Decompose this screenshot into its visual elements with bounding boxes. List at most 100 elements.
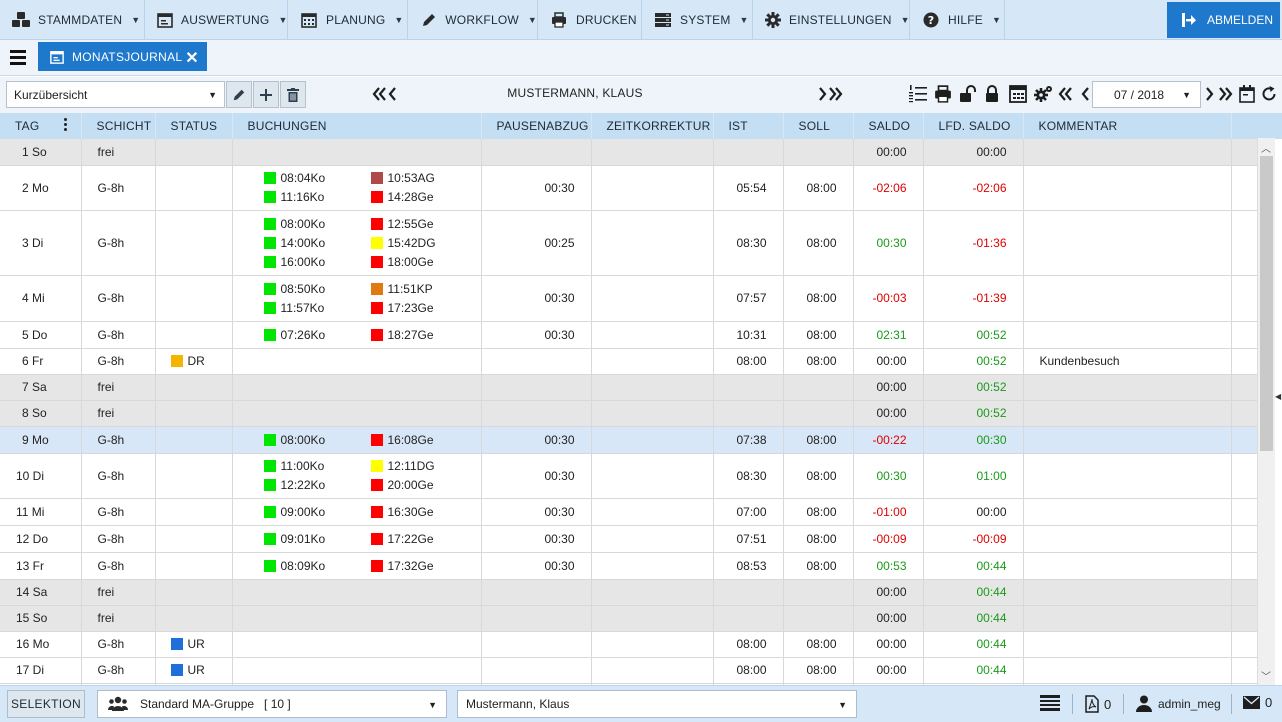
menu-hilfe[interactable]: ? HILFE ▼ bbox=[910, 0, 1005, 40]
booking-entry[interactable]: 20:00 Ge bbox=[370, 476, 478, 495]
booking-entry[interactable]: 12:55 Ge bbox=[370, 214, 478, 233]
add-view-button[interactable] bbox=[253, 81, 279, 108]
table-row[interactable]: 4 Mi G-8h 08:50 Ko 11:57 Ko 11:51 KP 17:23 Ge… bbox=[0, 275, 1257, 322]
booking-entry[interactable]: 17:23 Ge bbox=[370, 298, 478, 317]
numbered-list-icon[interactable] bbox=[908, 84, 928, 104]
booking-entry[interactable]: 08:00 Ko bbox=[263, 430, 371, 449]
tab-monatsjournal[interactable]: MONATSJOURNAL ✕ bbox=[38, 42, 207, 71]
column-header-zeitkorrektur[interactable]: ZEITKORREKTUR bbox=[591, 113, 714, 139]
column-header-soll[interactable]: SOLL bbox=[783, 113, 854, 139]
table-row[interactable]: 17 Di G-8h UR 08:00 08:00 00:00 00:44 bbox=[0, 657, 1257, 684]
person-select[interactable]: Mustermann, Klaus ▼ bbox=[457, 690, 857, 718]
menu-system[interactable]: SYSTEM ▼ bbox=[642, 0, 753, 40]
column-header-schicht[interactable]: SCHICHT bbox=[81, 113, 156, 139]
table-row[interactable]: 16 Mo G-8h UR 08:00 08:00 00:00 00:44 bbox=[0, 631, 1257, 658]
pdf-attachments[interactable]: 0 bbox=[1085, 695, 1111, 713]
column-header-saldo[interactable]: SALDO bbox=[853, 113, 924, 139]
close-icon[interactable]: ✕ bbox=[185, 48, 199, 68]
column-header-tag[interactable]: TAG bbox=[0, 113, 82, 139]
selektion-button[interactable]: SELEKTION bbox=[7, 690, 85, 718]
scrollbar-thumb[interactable] bbox=[1260, 156, 1273, 451]
table-row[interactable]: 14 Sa frei 00:00 00:44 bbox=[0, 579, 1257, 606]
booking-entry[interactable]: 11:57 Ko bbox=[263, 298, 371, 317]
booking-entry[interactable]: 12:22 Ko bbox=[263, 476, 371, 495]
menu-stammdaten[interactable]: STAMMDATEN ▼ bbox=[0, 0, 145, 40]
group-select[interactable]: Standard MA-Gruppe [ 10 ] ▼ bbox=[97, 690, 447, 718]
booking-entry[interactable]: 16:00 Ko bbox=[263, 252, 371, 271]
column-header-status[interactable]: STATUS bbox=[155, 113, 233, 139]
booking-entry[interactable]: 08:50 Ko bbox=[263, 279, 371, 298]
booking-entry[interactable]: 17:22 Ge bbox=[370, 529, 478, 548]
current-user[interactable]: admin_meg bbox=[1136, 695, 1221, 712]
unlock-icon[interactable] bbox=[958, 84, 978, 104]
booking-entry[interactable]: 08:00 Ko bbox=[263, 214, 371, 233]
menu-einstellungen[interactable]: EINSTELLUNGEN ▼ bbox=[753, 0, 910, 40]
column-header-lfd-saldo[interactable]: LFD. SALDO bbox=[923, 113, 1024, 139]
column-header-pausenabzug[interactable]: PAUSENABZUG bbox=[481, 113, 592, 139]
table-row[interactable]: 15 So frei 00:00 00:44 bbox=[0, 605, 1257, 632]
cell-status bbox=[155, 165, 233, 211]
scroll-up-icon[interactable]: ︿ bbox=[1261, 140, 1271, 155]
table-row[interactable]: 8 So frei 00:00 00:52 bbox=[0, 400, 1257, 427]
table-row[interactable]: 3 Di G-8h 08:00 Ko 14:00 Ko 16:00 Ko 12:55 Ge… bbox=[0, 210, 1257, 276]
delete-view-button[interactable] bbox=[280, 81, 306, 108]
booking-entry[interactable]: 18:00 Ge bbox=[370, 252, 478, 271]
cell-tag: 2 Mo bbox=[0, 165, 82, 211]
booking-entry[interactable]: 08:04 Ko bbox=[263, 169, 371, 188]
booking-entry[interactable]: 16:30 Ge bbox=[370, 502, 478, 521]
booking-entry[interactable]: 09:00 Ko bbox=[263, 502, 371, 521]
column-menu-icon[interactable] bbox=[64, 118, 67, 133]
collapse-panel-icon[interactable]: ◀ bbox=[1275, 392, 1281, 401]
booking-entry[interactable]: 14:00 Ko bbox=[263, 233, 371, 252]
next-employee-icon[interactable] bbox=[815, 84, 843, 104]
booking-entry[interactable]: 18:27 Ge bbox=[370, 325, 478, 344]
prev-month-fast-icon[interactable] bbox=[1058, 84, 1090, 104]
booking-entry[interactable]: 17:32 Ge bbox=[370, 556, 478, 575]
lock-icon[interactable] bbox=[984, 84, 1000, 104]
booking-entry[interactable]: 11:16 Ko bbox=[263, 188, 371, 207]
table-row[interactable]: 12 Do G-8h 09:01 Ko 17:22 Ge 00:30 07:51 08:00… bbox=[0, 525, 1257, 553]
menu-auswertung[interactable]: AUSWERTUNG ▼ bbox=[145, 0, 288, 40]
refresh-icon[interactable] bbox=[1261, 84, 1277, 104]
booking-entry[interactable]: 16:08 Ge bbox=[370, 430, 478, 449]
hamburger-menu-icon[interactable] bbox=[10, 50, 26, 66]
booking-entry[interactable]: 07:26 Ko bbox=[263, 325, 371, 344]
booking-entry[interactable]: 10:53 AG bbox=[370, 169, 478, 188]
table-row[interactable]: 9 Mo G-8h 08:00 Ko 16:08 Ge 00:30 07:38 08:00-… bbox=[0, 426, 1257, 454]
messages[interactable]: 0 bbox=[1243, 695, 1272, 710]
column-header-kommentar[interactable]: KOMMENTAR bbox=[1023, 113, 1232, 139]
table-row[interactable]: 10 Di G-8h 11:00 Ko 12:22 Ko 12:11 DG 20:00 G… bbox=[0, 453, 1257, 499]
column-header-buchungen[interactable]: BUCHUNGEN bbox=[232, 113, 482, 139]
logout-button[interactable]: ABMELDEN bbox=[1167, 2, 1280, 38]
table-row[interactable]: 6 Fr G-8h DR 08:00 08:00 00:00 00:52 Kundenbesu… bbox=[0, 348, 1257, 375]
booking-entry[interactable]: 09:01 Ko bbox=[263, 529, 371, 548]
booking-entry[interactable]: 11:51 KP bbox=[370, 279, 478, 298]
column-header-ist[interactable]: IST bbox=[713, 113, 784, 139]
prev-employee-icon[interactable] bbox=[372, 84, 400, 104]
calendar-today-icon[interactable] bbox=[1239, 84, 1255, 104]
table-row[interactable]: 11 Mi G-8h 09:00 Ko 16:30 Ge 00:30 07:00 08:00… bbox=[0, 498, 1257, 526]
columns-list-icon[interactable] bbox=[1040, 695, 1060, 711]
menu-workflow[interactable]: WORKFLOW ▼ bbox=[408, 0, 538, 40]
edit-view-button[interactable] bbox=[226, 81, 252, 108]
calculator-icon[interactable] bbox=[1009, 84, 1027, 104]
scroll-down-icon[interactable]: ﹀ bbox=[1261, 668, 1271, 683]
table-row[interactable]: 7 Sa frei 00:00 00:52 bbox=[0, 374, 1257, 401]
booking-entry[interactable]: 12:11 DG bbox=[370, 457, 478, 476]
month-select[interactable]: 07 / 2018 ▼ bbox=[1092, 81, 1201, 108]
settings-gears-icon[interactable] bbox=[1033, 84, 1053, 104]
next-month-fast-icon[interactable] bbox=[1205, 84, 1237, 104]
table-row[interactable]: 5 Do G-8h 07:26 Ko 18:27 Ge 00:30 10:31 08:00 0… bbox=[0, 321, 1257, 349]
table-row[interactable]: 13 Fr G-8h 08:09 Ko 17:32 Ge 00:30 08:53 08:00… bbox=[0, 552, 1257, 580]
table-row[interactable]: 2 Mo G-8h 08:04 Ko 11:16 Ko 10:53 AG 14:28 Ge… bbox=[0, 165, 1257, 211]
vertical-scrollbar[interactable]: ︿ ﹀ bbox=[1257, 138, 1275, 685]
booking-entry[interactable]: 11:00 Ko bbox=[263, 457, 371, 476]
booking-entry[interactable]: 15:42 DG bbox=[370, 233, 478, 252]
view-select[interactable]: Kurzübersicht ▼ bbox=[6, 81, 225, 108]
menu-planung[interactable]: PLANUNG ▼ bbox=[288, 0, 408, 40]
booking-entry[interactable]: 14:28 Ge bbox=[370, 188, 478, 207]
booking-entry[interactable]: 08:09 Ko bbox=[263, 556, 371, 575]
menu-drucken[interactable]: DRUCKEN bbox=[538, 0, 642, 40]
print-icon[interactable] bbox=[933, 84, 953, 104]
table-row[interactable]: 1 So frei 00:00 00:00 bbox=[0, 139, 1257, 166]
